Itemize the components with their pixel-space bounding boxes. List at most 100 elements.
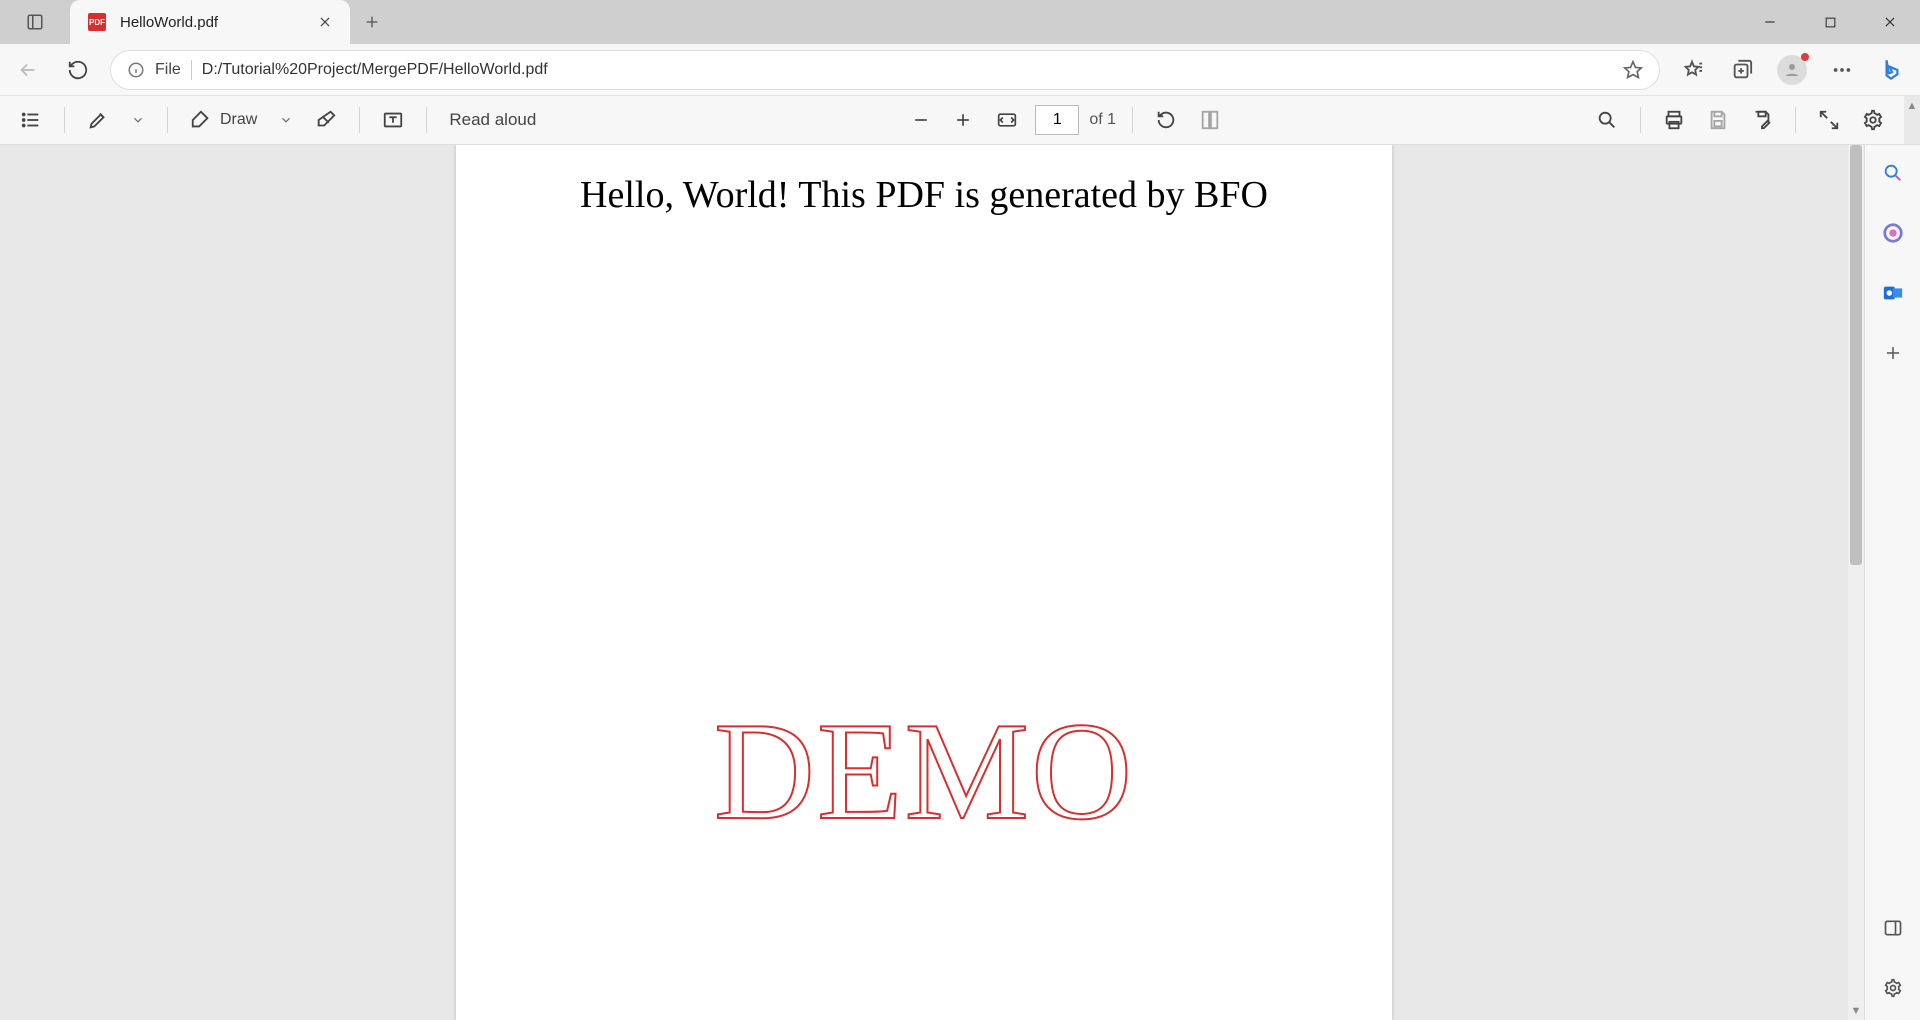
profile-button[interactable] bbox=[1774, 52, 1810, 88]
pdf-settings-button[interactable] bbox=[1856, 102, 1890, 138]
star-lines-icon bbox=[1681, 59, 1703, 81]
vertical-scrollbar[interactable]: ▼ bbox=[1848, 145, 1864, 1020]
window-close-button[interactable] bbox=[1860, 0, 1920, 44]
sidebar-search-button[interactable] bbox=[1875, 155, 1911, 191]
titlebar: PDF HelloWorld.pdf bbox=[0, 0, 1920, 44]
info-icon bbox=[127, 61, 145, 79]
scroll-thumb[interactable] bbox=[1850, 145, 1862, 565]
maximize-icon bbox=[1824, 16, 1837, 29]
plus-icon bbox=[364, 14, 380, 30]
find-button[interactable] bbox=[1590, 102, 1624, 138]
save-button[interactable] bbox=[1701, 102, 1735, 138]
sidebar-toggle-button[interactable] bbox=[1875, 910, 1911, 946]
zoom-out-button[interactable] bbox=[905, 102, 937, 138]
pen-icon bbox=[190, 109, 212, 131]
minus-icon bbox=[911, 110, 931, 130]
contents-button[interactable] bbox=[14, 102, 48, 138]
divider bbox=[167, 107, 168, 133]
divider bbox=[64, 107, 65, 133]
add-text-button[interactable] bbox=[376, 102, 410, 138]
search-icon bbox=[1882, 162, 1904, 184]
toolbar-scroll-up[interactable]: ▲ bbox=[1904, 96, 1920, 144]
collections-button[interactable] bbox=[1724, 52, 1760, 88]
tab-actions-button[interactable] bbox=[0, 0, 70, 44]
pdf-page: Hello, World! This PDF is generated by B… bbox=[456, 145, 1392, 1020]
plus-icon bbox=[953, 110, 973, 130]
divider bbox=[1795, 107, 1796, 133]
favorites-button[interactable] bbox=[1674, 52, 1710, 88]
erase-button[interactable] bbox=[309, 102, 343, 138]
search-icon bbox=[1596, 109, 1618, 131]
draw-label: Draw bbox=[220, 111, 257, 129]
save-icon bbox=[1707, 109, 1729, 131]
bing-button[interactable] bbox=[1874, 52, 1910, 88]
scroll-down-button[interactable]: ▼ bbox=[1851, 1002, 1862, 1020]
divider bbox=[191, 60, 192, 80]
avatar-icon bbox=[1777, 55, 1807, 85]
divider bbox=[1132, 107, 1133, 133]
omnibox[interactable]: File D:/Tutorial%20Project/MergePDF/Hell… bbox=[110, 50, 1660, 90]
back-button[interactable] bbox=[10, 52, 46, 88]
sidebar-outlook-button[interactable] bbox=[1875, 275, 1911, 311]
highlight-button[interactable] bbox=[81, 102, 115, 138]
sidebar-settings-button[interactable] bbox=[1875, 970, 1911, 1006]
text-box-icon bbox=[382, 109, 404, 131]
address-bar: File D:/Tutorial%20Project/MergePDF/Hell… bbox=[0, 44, 1920, 96]
draw-button[interactable]: Draw bbox=[184, 102, 263, 138]
close-icon bbox=[318, 15, 332, 29]
expand-icon bbox=[1818, 109, 1840, 131]
copilot-icon bbox=[1882, 222, 1904, 244]
draw-dropdown[interactable] bbox=[273, 102, 299, 138]
pdf-heading-text: Hello, World! This PDF is generated by B… bbox=[456, 173, 1392, 217]
add-favorite-button[interactable] bbox=[1623, 60, 1643, 80]
save-edit-icon bbox=[1751, 109, 1773, 131]
page-view-button[interactable] bbox=[1193, 102, 1227, 138]
save-as-button[interactable] bbox=[1745, 102, 1779, 138]
arrow-left-icon bbox=[17, 59, 39, 81]
window-controls bbox=[1740, 0, 1920, 44]
read-aloud-button[interactable]: Read aloud bbox=[443, 102, 542, 138]
tab-title: HelloWorld.pdf bbox=[120, 14, 304, 31]
more-button[interactable] bbox=[1824, 52, 1860, 88]
window-minimize-button[interactable] bbox=[1740, 0, 1800, 44]
divider bbox=[426, 107, 427, 133]
rotate-icon bbox=[1155, 109, 1177, 131]
star-plus-icon bbox=[1623, 60, 1643, 80]
pdf-watermark-text: DEMO bbox=[456, 691, 1392, 852]
collections-icon bbox=[1731, 59, 1753, 81]
highlight-dropdown[interactable] bbox=[125, 102, 151, 138]
rotate-button[interactable] bbox=[1149, 102, 1183, 138]
minimize-icon bbox=[1763, 15, 1777, 29]
page-count-label: of 1 bbox=[1089, 111, 1116, 129]
bing-icon bbox=[1879, 57, 1905, 83]
window-maximize-button[interactable] bbox=[1800, 0, 1860, 44]
sidebar-add-button[interactable] bbox=[1875, 335, 1911, 371]
chevron-down-icon bbox=[279, 113, 293, 127]
page-view-icon bbox=[1199, 109, 1221, 131]
sidebar-copilot-button[interactable] bbox=[1875, 215, 1911, 251]
panel-right-icon bbox=[1883, 918, 1903, 938]
tab-close-button[interactable] bbox=[318, 15, 332, 29]
divider bbox=[1640, 107, 1641, 133]
outlook-icon bbox=[1882, 282, 1904, 304]
fullscreen-button[interactable] bbox=[1812, 102, 1846, 138]
chevron-down-icon bbox=[131, 113, 145, 127]
main-area: Hello, World! This PDF is generated by B… bbox=[0, 145, 1920, 1020]
fit-width-button[interactable] bbox=[989, 102, 1025, 138]
gear-icon bbox=[1883, 978, 1903, 998]
side-panel bbox=[1864, 145, 1920, 1020]
highlighter-icon bbox=[87, 109, 109, 131]
print-icon bbox=[1663, 109, 1685, 131]
new-tab-button[interactable] bbox=[350, 0, 394, 44]
fit-width-icon bbox=[995, 110, 1019, 130]
eraser-icon bbox=[315, 109, 337, 131]
pdf-viewer[interactable]: Hello, World! This PDF is generated by B… bbox=[0, 145, 1848, 1020]
print-button[interactable] bbox=[1657, 102, 1691, 138]
read-aloud-label: Read aloud bbox=[449, 110, 536, 130]
browser-tab[interactable]: PDF HelloWorld.pdf bbox=[70, 0, 350, 44]
page-number-input[interactable] bbox=[1035, 105, 1079, 135]
scheme-label: File bbox=[155, 61, 181, 79]
refresh-button[interactable] bbox=[60, 52, 96, 88]
zoom-in-button[interactable] bbox=[947, 102, 979, 138]
close-icon bbox=[1883, 15, 1897, 29]
